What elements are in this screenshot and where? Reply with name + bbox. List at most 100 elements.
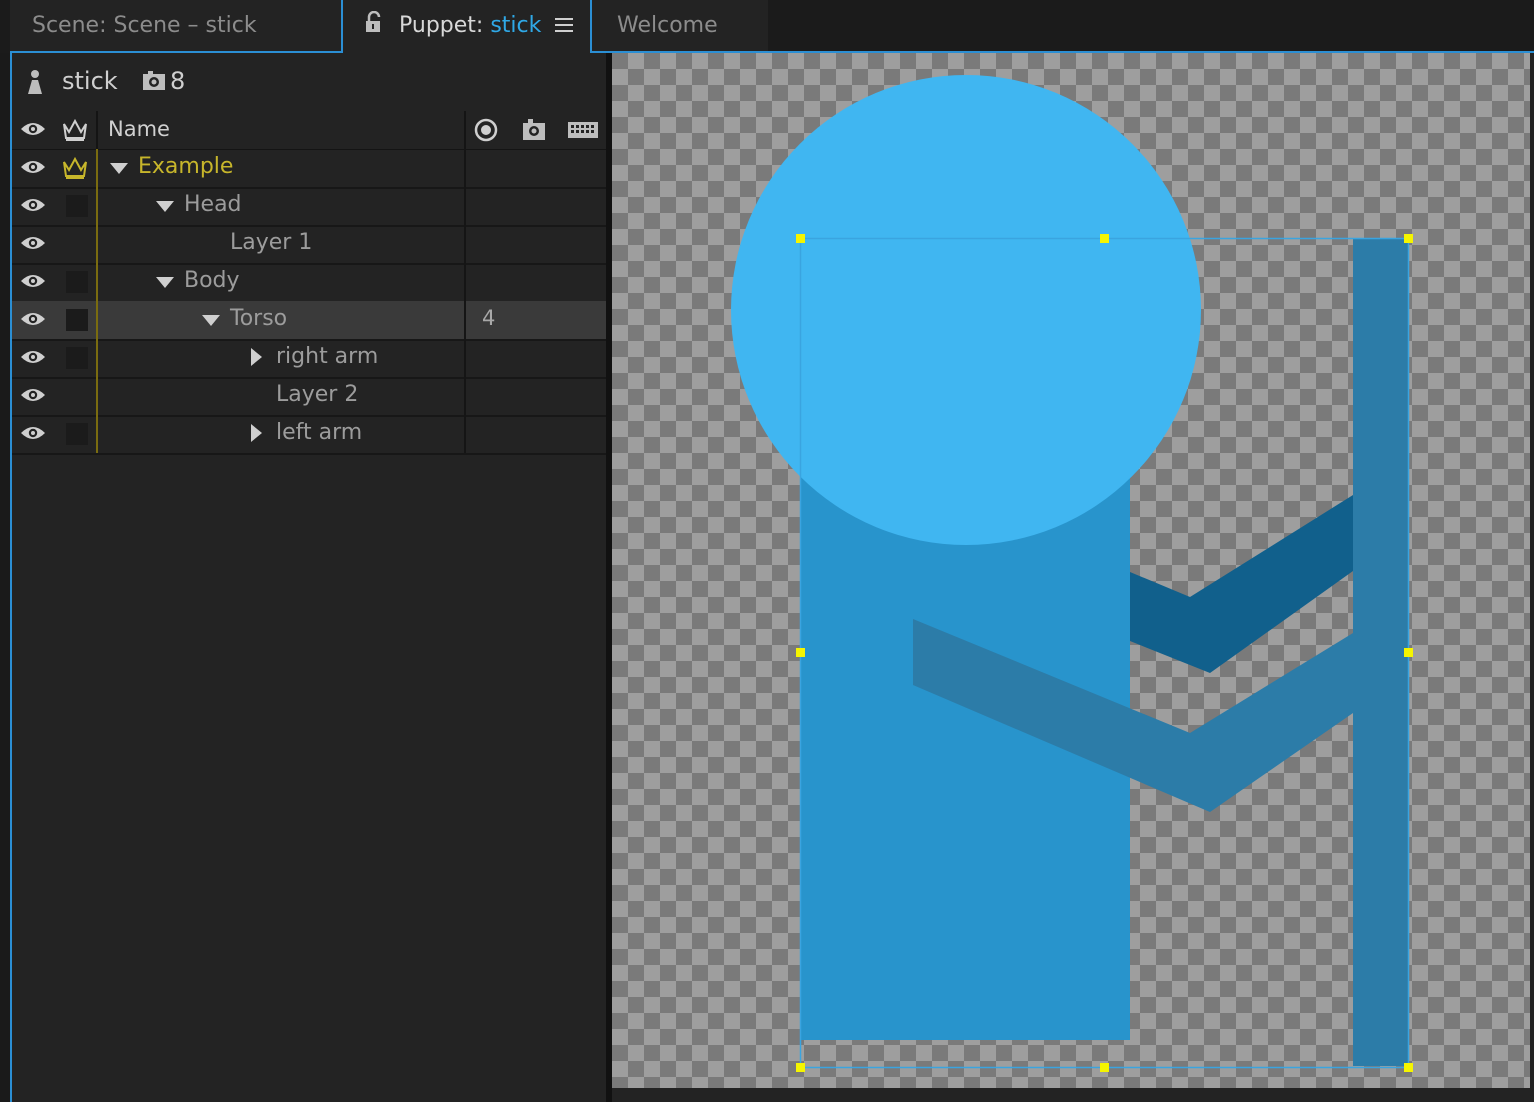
crown-icon	[63, 118, 87, 141]
layer-extra-cell	[464, 339, 611, 377]
puppet-name: stick	[62, 67, 118, 95]
layer-name-cell[interactable]: Body	[96, 263, 466, 301]
visibility-toggle[interactable]	[12, 187, 54, 225]
tab-puppet-label: Puppet: stick	[399, 0, 541, 52]
puppet-artwork	[731, 75, 1413, 1072]
header-crown-col[interactable]	[56, 111, 96, 149]
layer-name-cell[interactable]: Layer 1	[96, 225, 466, 263]
visibility-toggle[interactable]	[12, 225, 54, 263]
layer-name-cell[interactable]: right arm	[96, 339, 466, 377]
layer-name-cell[interactable]: Example	[96, 149, 466, 187]
layer-row[interactable]: Example	[12, 149, 609, 189]
layer-extra-cell	[464, 263, 611, 301]
handle-middle-left[interactable]	[796, 648, 805, 657]
handle-bottom-right[interactable]	[1404, 1063, 1413, 1072]
canvas-bottom-edge	[612, 1088, 1534, 1102]
head-shape[interactable]	[731, 75, 1201, 545]
crown-icon	[63, 156, 87, 179]
layer-row[interactable]: Body	[12, 263, 609, 303]
right-arm-shape[interactable]	[1130, 495, 1353, 673]
crown-toggle[interactable]	[56, 339, 96, 377]
tab-bar: Scene: Scene – stick Puppet: stick Welco…	[0, 0, 1534, 53]
visibility-toggle[interactable]	[12, 263, 54, 301]
layer-name: Body	[184, 268, 240, 293]
puppet-panel: stick 8 Name Example Head Layer 1 Body T…	[10, 53, 609, 1102]
puppet-canvas[interactable]	[612, 53, 1530, 1088]
layer-name-cell[interactable]: Torso	[96, 301, 466, 339]
expand-arrow-icon[interactable]	[156, 201, 174, 212]
unlock-icon[interactable]	[365, 11, 385, 33]
collapse-arrow-icon[interactable]	[251, 348, 262, 366]
eye-icon	[21, 351, 45, 363]
layer-name: Layer 2	[276, 382, 359, 407]
eye-icon	[21, 427, 45, 439]
tab-scene-label: Scene: Scene – stick	[32, 13, 257, 38]
header-name-col[interactable]: Name	[96, 111, 466, 149]
crown-toggle[interactable]	[56, 301, 96, 339]
header-eye-col[interactable]	[12, 111, 54, 149]
layer-name: Head	[184, 192, 242, 217]
layer-name-cell[interactable]: Head	[96, 187, 466, 225]
layer-name: right arm	[276, 344, 379, 369]
header-extra-cols	[464, 111, 611, 149]
panel-menu-icon[interactable]	[555, 18, 573, 34]
layer-extra-cell	[464, 225, 611, 263]
layer-row[interactable]: left arm	[12, 415, 609, 455]
crown-toggle[interactable]	[56, 149, 96, 187]
layer-row[interactable]: Head	[12, 187, 609, 227]
crown-toggle[interactable]	[56, 377, 96, 415]
layer-swatch	[66, 347, 88, 369]
layer-swatch	[66, 309, 88, 331]
puppet-info-bar: stick 8	[12, 53, 609, 111]
handle-bottom-center[interactable]	[1100, 1063, 1109, 1072]
tab-welcome[interactable]: Welcome	[592, 0, 768, 53]
record-icon[interactable]	[474, 118, 498, 142]
visibility-toggle[interactable]	[12, 377, 54, 415]
eye-icon	[21, 313, 45, 325]
visibility-toggle[interactable]	[12, 149, 54, 187]
handle-middle-right[interactable]	[1404, 648, 1413, 657]
eye-icon	[21, 199, 45, 211]
layer-row[interactable]: right arm	[12, 339, 609, 379]
layer-row[interactable]: Torso 4	[12, 301, 609, 341]
layer-name: Layer 1	[230, 230, 313, 255]
layer-swatch	[66, 195, 88, 217]
layer-row[interactable]: Layer 2	[12, 377, 609, 417]
handle-top-center[interactable]	[1100, 234, 1109, 243]
handle-bottom-left[interactable]	[796, 1063, 805, 1072]
visibility-toggle[interactable]	[12, 415, 54, 453]
eye-icon	[21, 237, 45, 249]
crown-toggle[interactable]	[56, 263, 96, 301]
layer-name: Torso	[230, 306, 288, 331]
crown-toggle[interactable]	[56, 225, 96, 263]
expand-arrow-icon[interactable]	[156, 277, 174, 288]
tab-scene[interactable]: Scene: Scene – stick	[10, 0, 341, 53]
camera-icon	[143, 71, 165, 90]
name-column-header: Name	[108, 117, 170, 141]
keyboard-icon[interactable]	[568, 122, 598, 138]
visibility-toggle[interactable]	[12, 301, 54, 339]
canvas-right-edge	[1530, 53, 1534, 1088]
layer-row[interactable]: Layer 1	[12, 225, 609, 265]
expand-arrow-icon[interactable]	[110, 163, 128, 174]
expand-arrow-icon[interactable]	[202, 315, 220, 326]
visibility-toggle[interactable]	[12, 339, 54, 377]
layer-extra-cell	[464, 187, 611, 225]
layer-extra-cell	[464, 415, 611, 453]
tab-puppet[interactable]: Puppet: stick	[341, 0, 592, 53]
layer-name-cell[interactable]: left arm	[96, 415, 466, 453]
tab-welcome-label: Welcome	[617, 13, 718, 38]
layers-header: Name	[12, 111, 609, 150]
handle-top-right[interactable]	[1404, 234, 1413, 243]
handle-top-left[interactable]	[796, 234, 805, 243]
crown-toggle[interactable]	[56, 187, 96, 225]
collapse-arrow-icon[interactable]	[251, 424, 262, 442]
tab-puppet-name: stick	[490, 13, 542, 38]
layer-swatch	[66, 423, 88, 445]
camera-column-icon[interactable]	[522, 118, 546, 142]
eye-icon	[21, 161, 45, 173]
puppet-person-icon	[28, 70, 42, 94]
camera-count: 8	[170, 67, 186, 95]
layer-name-cell[interactable]: Layer 2	[96, 377, 466, 415]
crown-toggle[interactable]	[56, 415, 96, 453]
